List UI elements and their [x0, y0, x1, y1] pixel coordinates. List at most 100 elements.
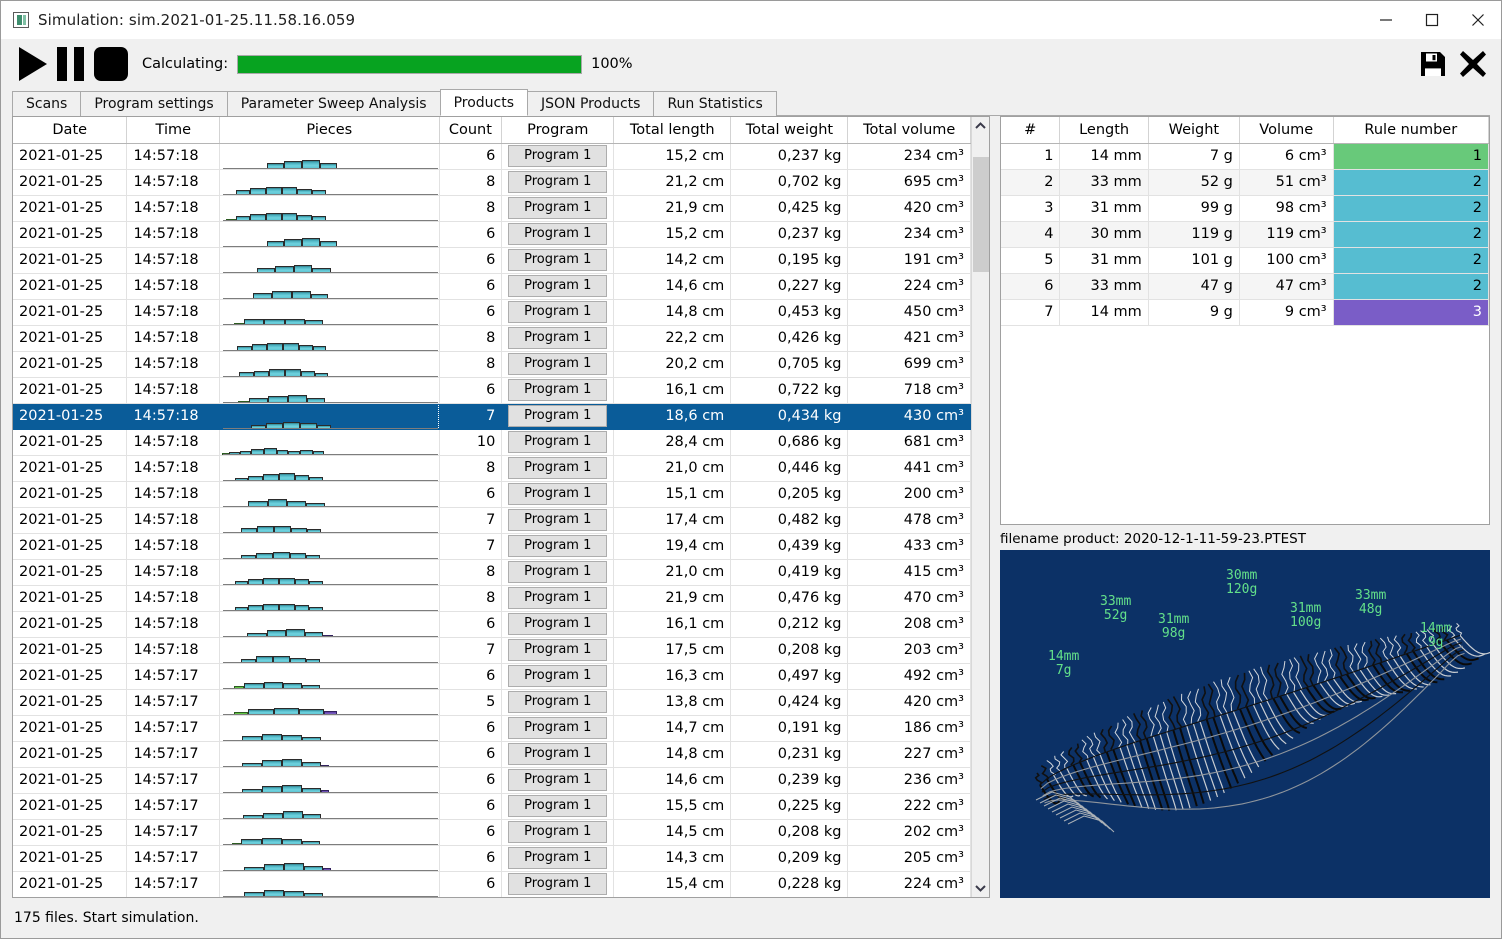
column-header-pieces[interactable]: Pieces [219, 117, 440, 144]
table-row[interactable]: 2021-01-25 14:57:17 6 Program 1 14,6 cm 0,239… [13, 767, 971, 794]
maximize-icon[interactable] [1409, 1, 1455, 39]
scrollbar-thumb[interactable] [972, 157, 989, 272]
table-row[interactable]: 2021-01-25 14:57:18 8 Program 1 21,0 cm 0,446… [13, 455, 971, 482]
table-row[interactable]: 2021-01-25 14:57:18 8 Program 1 21,9 cm 0,476… [13, 585, 971, 612]
rules-table-row[interactable]: 4 30 mm 119 g 119 cm³ 2 [1001, 221, 1489, 248]
tab-products[interactable]: Products [439, 89, 529, 116]
program-button[interactable]: Program 1 [508, 301, 608, 323]
rules-table-row[interactable]: 7 14 mm 9 g9 cm³ 3 [1001, 299, 1489, 326]
table-row[interactable]: 2021-01-25 14:57:18 6 Program 1 15,2 cm 0,237… [13, 221, 971, 248]
program-button[interactable]: Program 1 [508, 847, 608, 869]
details-panel: # Length Weight Volume Rule number 1 14 mm 7 g… [1000, 116, 1490, 898]
program-button[interactable]: Program 1 [508, 873, 608, 895]
minimize-icon[interactable] [1363, 1, 1409, 39]
program-button[interactable]: Program 1 [508, 457, 608, 479]
column-header-total-weight[interactable]: Total weight [730, 117, 849, 144]
program-button[interactable]: Program 1 [508, 509, 608, 531]
product-3d-preview[interactable]: 14mm 7g 33mm 52g 31mm 98g 30mm 120g 31mm 100g 33mm… [1000, 550, 1490, 898]
table-row[interactable]: 2021-01-25 14:57:18 6 Program 1 16,1 cm 0,212… [13, 611, 971, 638]
program-button[interactable]: Program 1 [508, 665, 608, 687]
column-header-count[interactable]: Count [439, 117, 503, 144]
table-row[interactable]: 2021-01-25 14:57:17 6 Program 1 16,3 cm 0,497… [13, 663, 971, 690]
close-x-icon[interactable] [1459, 50, 1487, 78]
table-row[interactable]: 2021-01-25 14:57:18 7 Program 1 17,5 cm 0,208… [13, 637, 971, 664]
table-row[interactable]: 2021-01-25 14:57:18 7 Program 1 17,4 cm 0,482… [13, 507, 971, 534]
program-button[interactable]: Program 1 [508, 379, 608, 401]
program-button[interactable]: Program 1 [508, 613, 608, 635]
column-header-program[interactable]: Program [501, 117, 615, 144]
program-button[interactable]: Program 1 [508, 275, 608, 297]
scroll-up-arrow-icon[interactable] [972, 117, 990, 135]
stop-icon[interactable] [94, 47, 128, 81]
play-icon[interactable] [19, 47, 47, 81]
program-button[interactable]: Program 1 [508, 431, 608, 453]
table-row[interactable]: 2021-01-25 14:57:18 7 Program 1 18,6 cm 0,434… [13, 403, 971, 430]
program-button[interactable]: Program 1 [508, 535, 608, 557]
rules-table-row[interactable]: 2 33 mm 52 g 51 cm³ 2 [1001, 169, 1489, 196]
program-button[interactable]: Program 1 [508, 795, 608, 817]
table-row[interactable]: 2021-01-25 14:57:18 8 Program 1 22,2 cm 0,426… [13, 325, 971, 352]
tab-json-products[interactable]: JSON Products [527, 91, 655, 116]
program-button[interactable]: Program 1 [508, 197, 608, 219]
rules-table-row[interactable]: 5 31 mm 101 g 100 cm³ 2 [1001, 247, 1489, 274]
pause-icon[interactable] [57, 47, 84, 81]
program-button[interactable]: Program 1 [508, 353, 608, 375]
program-button[interactable]: Program 1 [508, 587, 608, 609]
tab-run-statistics[interactable]: Run Statistics [653, 91, 777, 116]
table-row[interactable]: 2021-01-25 14:57:18 7 Program 1 19,4 cm 0,439… [13, 533, 971, 560]
rules-column-header-rule-number[interactable]: Rule number [1333, 117, 1489, 144]
close-icon[interactable] [1455, 1, 1501, 39]
rules-column-header-[interactable]: # [1001, 117, 1061, 144]
save-icon[interactable] [1419, 50, 1447, 78]
program-button[interactable]: Program 1 [508, 821, 608, 843]
table-row[interactable]: 2021-01-25 14:57:18 8 Program 1 21,9 cm 0,425… [13, 195, 971, 222]
rules-column-header-weight[interactable]: Weight [1148, 117, 1240, 144]
tab-program-settings[interactable]: Program settings [80, 91, 228, 116]
tab-scans[interactable]: Scans [12, 91, 82, 116]
rules-table-row[interactable]: 3 31 mm 99 g 98 cm³ 2 [1001, 195, 1489, 222]
products-scrollbar[interactable] [971, 117, 989, 897]
program-button[interactable]: Program 1 [508, 691, 608, 713]
program-button[interactable]: Program 1 [508, 223, 608, 245]
table-row[interactable]: 2021-01-25 14:57:18 10 Program 1 28,4 cm 0,68… [13, 429, 971, 456]
program-button[interactable]: Program 1 [508, 171, 608, 193]
table-row[interactable]: 2021-01-25 14:57:17 6 Program 1 15,5 cm 0,225… [13, 793, 971, 820]
table-row[interactable]: 2021-01-25 14:57:17 6 Program 1 14,5 cm 0,208… [13, 819, 971, 846]
table-row[interactable]: 2021-01-25 14:57:18 8 Program 1 21,2 cm 0,702… [13, 169, 971, 196]
program-button[interactable]: Program 1 [508, 561, 608, 583]
program-button[interactable]: Program 1 [508, 249, 608, 271]
table-row[interactable]: 2021-01-25 14:57:17 5 Program 1 13,8 cm 0,424… [13, 689, 971, 716]
program-button[interactable]: Program 1 [508, 405, 608, 427]
table-row[interactable]: 2021-01-25 14:57:17 6 Program 1 15,4 cm 0,228… [13, 871, 971, 897]
table-row[interactable]: 2021-01-25 14:57:18 8 Program 1 20,2 cm 0,705… [13, 351, 971, 378]
scroll-down-arrow-icon[interactable] [972, 879, 990, 897]
program-button[interactable]: Program 1 [508, 769, 608, 791]
table-row[interactable]: 2021-01-25 14:57:18 8 Program 1 21,0 cm 0,419… [13, 559, 971, 586]
program-button[interactable]: Program 1 [508, 327, 608, 349]
rules-column-header-volume[interactable]: Volume [1239, 117, 1334, 144]
table-row[interactable]: 2021-01-25 14:57:17 6 Program 1 14,7 cm 0,191… [13, 715, 971, 742]
table-row[interactable]: 2021-01-25 14:57:18 6 Program 1 15,1 cm 0,205… [13, 481, 971, 508]
column-header-total-volume[interactable]: Total volume [847, 117, 971, 144]
table-row[interactable]: 2021-01-25 14:57:18 6 Program 1 14,8 cm 0,453… [13, 299, 971, 326]
program-button[interactable]: Program 1 [508, 717, 608, 739]
column-header-date[interactable]: Date [13, 117, 128, 144]
column-header-time[interactable]: Time [126, 117, 221, 144]
program-button[interactable]: Program 1 [508, 639, 608, 661]
table-row[interactable]: 2021-01-25 14:57:18 6 Program 1 16,1 cm 0,722… [13, 377, 971, 404]
program-button[interactable]: Program 1 [508, 743, 608, 765]
table-row[interactable]: 2021-01-25 14:57:18 6 Program 1 14,2 cm 0,195… [13, 247, 971, 274]
column-header-total-length[interactable]: Total length [613, 117, 732, 144]
scrollbar-track[interactable] [972, 135, 990, 879]
program-button[interactable]: Program 1 [508, 145, 608, 167]
pieces-bar-chart [220, 456, 437, 480]
tab-parameter-sweep-analysis[interactable]: Parameter Sweep Analysis [226, 91, 441, 116]
program-button[interactable]: Program 1 [508, 483, 608, 505]
rules-column-header-length[interactable]: Length [1059, 117, 1149, 144]
table-row[interactable]: 2021-01-25 14:57:17 6 Program 1 14,8 cm 0,231… [13, 741, 971, 768]
table-row[interactable]: 2021-01-25 14:57:18 6 Program 1 14,6 cm 0,227… [13, 273, 971, 300]
table-row[interactable]: 2021-01-25 14:57:17 6 Program 1 14,3 cm 0,209… [13, 845, 971, 872]
rules-table-row[interactable]: 6 33 mm 47 g 47 cm³ 2 [1001, 273, 1489, 300]
rules-table-row[interactable]: 1 14 mm 7 g6 cm³ 1 [1001, 143, 1489, 170]
table-row[interactable]: 2021-01-25 14:57:18 6 Program 1 15,2 cm 0,237… [13, 143, 971, 170]
